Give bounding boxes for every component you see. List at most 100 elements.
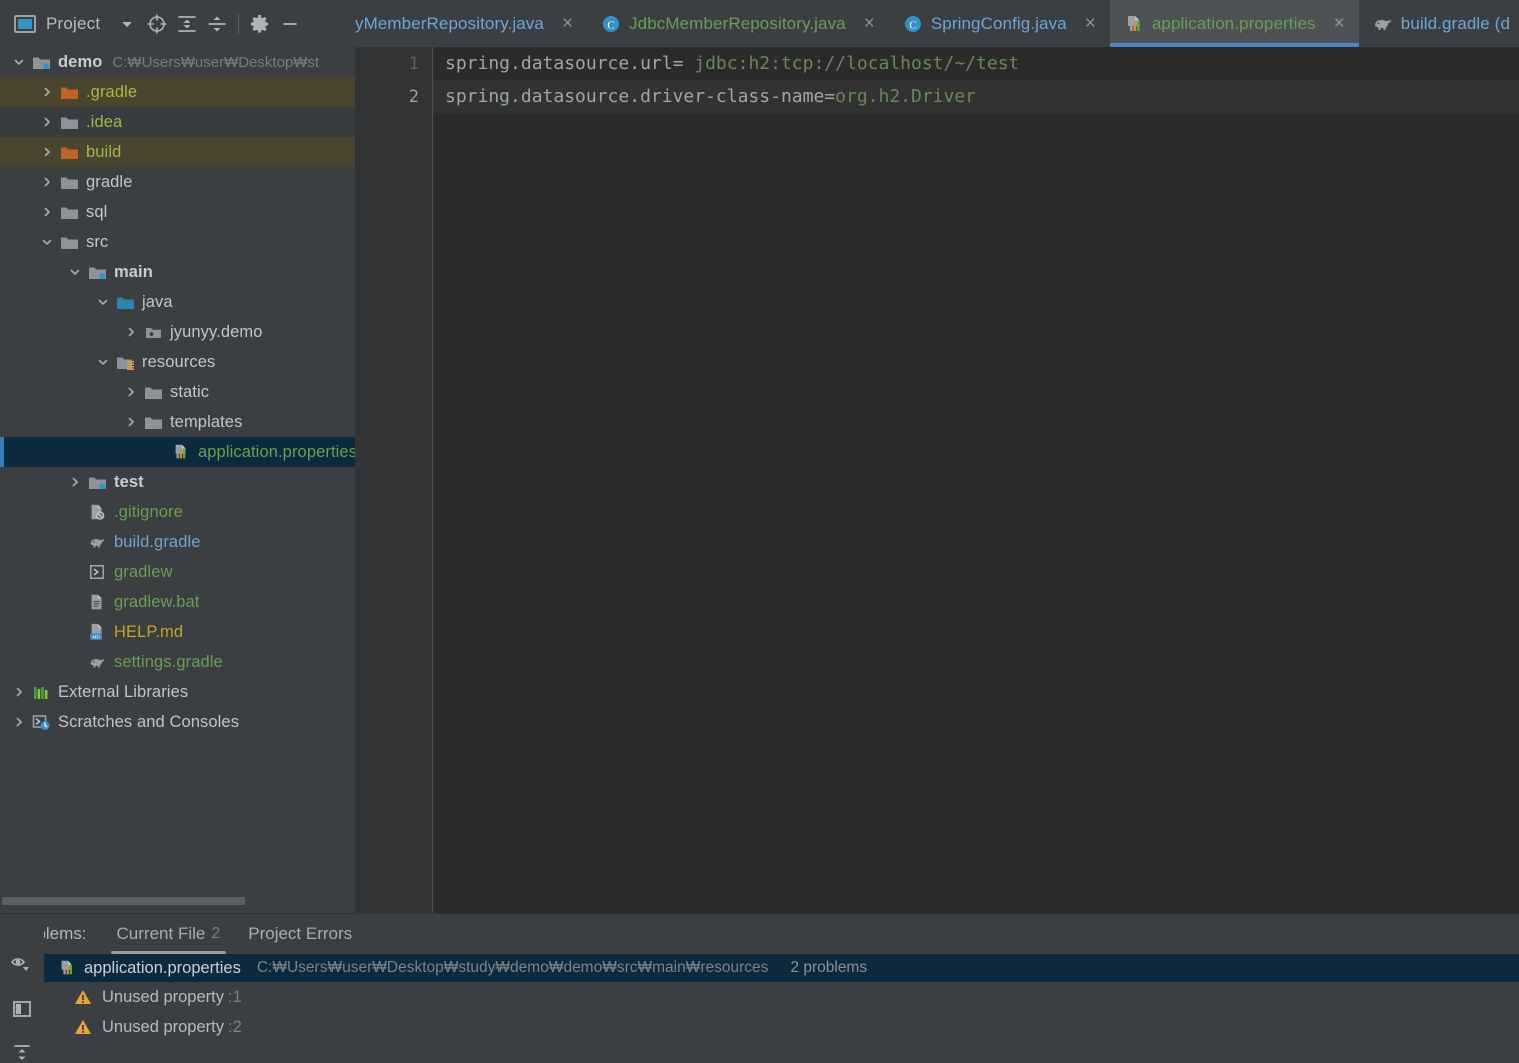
tree-row-src[interactable]: src [0, 227, 355, 257]
scrollbar-thumb[interactable] [2, 897, 245, 905]
eye-view-options-icon[interactable] [9, 954, 35, 976]
twisty-expanded-icon[interactable] [36, 235, 58, 249]
gitignore-icon [86, 502, 108, 522]
tree-root-path: C:₩Users₩user₩Desktop₩st [112, 53, 320, 71]
tree-horizontal-scrollbar[interactable] [0, 895, 355, 907]
code-line: spring.datasource.driver-class-name= org.… [433, 80, 1519, 113]
problem-location: :1 [228, 987, 242, 1006]
tree-row-external-libraries[interactable]: External Libraries [0, 677, 355, 707]
tree-item-label: gradle [86, 172, 133, 191]
folder-blue-icon [114, 292, 136, 312]
tree-row-test[interactable]: test [0, 467, 355, 497]
tree-item-label: build [86, 142, 122, 161]
twisty-expanded-icon[interactable] [64, 265, 86, 279]
svg-text:C: C [909, 19, 916, 31]
code-editor[interactable]: 1 2 spring.datasource.url= jdbc:h2:tcp:/… [356, 47, 1519, 913]
tree-row-resources[interactable]: resources [0, 347, 355, 377]
twisty-collapsed-icon[interactable] [36, 115, 58, 129]
editor-tab-0[interactable]: yMemberRepository.java × [355, 0, 588, 47]
libraries-icon [30, 682, 52, 702]
twisty-collapsed-icon[interactable] [36, 175, 58, 189]
module-folder-icon [86, 472, 108, 492]
tab-count-badge: 2 [211, 925, 221, 942]
collapse-all-icon[interactable] [202, 9, 232, 39]
twisty-collapsed-icon[interactable] [120, 385, 142, 399]
tree-row-gradle[interactable]: gradle [0, 167, 355, 197]
problem-description: Unused property [102, 987, 224, 1006]
properties-file-icon [1127, 15, 1140, 31]
bat-file-icon [86, 592, 108, 612]
problem-row[interactable]: Unused property :2 [44, 1012, 1519, 1042]
locate-crosshair-icon[interactable] [142, 9, 172, 39]
tree-item-label: External Libraries [58, 682, 189, 701]
gear-icon[interactable] [245, 9, 275, 39]
tree-item-label: templates [170, 412, 243, 431]
tree-row-static[interactable]: static [0, 377, 355, 407]
editor-gutter: 1 2 [356, 47, 433, 913]
chevron-down-icon[interactable] [112, 9, 142, 39]
tree-row-application-properties[interactable]: application.properties [0, 437, 355, 467]
gradle-elephant-icon [86, 532, 108, 552]
tree-row-sql[interactable]: sql [0, 197, 355, 227]
project-tree[interactable]: demo C:₩Users₩user₩Desktop₩st .gradle .id… [0, 47, 355, 913]
tab-close-icon[interactable]: × [558, 14, 577, 33]
folder-gray-icon [142, 382, 164, 402]
collapse-all-icon[interactable] [9, 1042, 35, 1063]
tab-close-icon[interactable]: × [1081, 14, 1100, 33]
twisty-collapsed-icon[interactable] [36, 85, 58, 99]
tree-row-jyunyy-demo[interactable]: jyunyy.demo [0, 317, 355, 347]
editor-tab-label: SpringConfig.java [930, 13, 1067, 33]
twisty-expanded-icon[interactable] [92, 295, 114, 309]
editor-tab-1[interactable]: C JdbcMemberRepository.java × [587, 0, 889, 47]
tree-row-settings-gradle[interactable]: settings.gradle [0, 647, 355, 677]
tree-row-main[interactable]: main [0, 257, 355, 287]
twisty-collapsed-icon[interactable] [8, 685, 30, 699]
tree-row-scratches-and-consoles[interactable]: Scratches and Consoles [0, 707, 355, 737]
tab-close-icon[interactable]: × [860, 14, 879, 33]
property-key: spring.datasource.driver-class-name= [445, 86, 836, 107]
property-key: spring.datasource.url= [445, 53, 684, 74]
package-icon [142, 322, 164, 342]
tree-row-gitignore[interactable]: .gitignore [0, 497, 355, 527]
resources-folder-icon [114, 352, 136, 372]
twisty-expanded-icon[interactable] [92, 355, 114, 369]
minimize-icon[interactable] [275, 9, 305, 39]
tree-row-help-md[interactable]: MD HELP.md [0, 617, 355, 647]
tree-row-gradlew[interactable]: gradlew [0, 557, 355, 587]
editor-tab-4[interactable]: build.gradle (d [1358, 0, 1519, 47]
twisty-collapsed-icon[interactable] [64, 475, 86, 489]
editor-text-area[interactable]: spring.datasource.url= jdbc:h2:tcp://loc… [433, 47, 1519, 913]
script-icon [86, 562, 108, 582]
java-class-icon: C [904, 15, 921, 32]
twisty-collapsed-icon[interactable] [120, 325, 142, 339]
twisty-collapsed-icon[interactable] [8, 715, 30, 729]
properties-file-icon [61, 960, 73, 975]
problems-file-row[interactable]: application.properties C:₩Users₩user₩Des… [44, 954, 1519, 982]
tree-row-idea[interactable]: .idea [0, 107, 355, 137]
tab-current-file[interactable]: Current File 2 [103, 914, 235, 954]
tree-row-build[interactable]: build [0, 137, 355, 167]
twisty-collapsed-icon[interactable] [120, 415, 142, 429]
tree-row-root[interactable]: demo C:₩Users₩user₩Desktop₩st [0, 47, 355, 77]
expand-all-icon[interactable] [172, 9, 202, 39]
top-bar: Project yMemberRepository.java × C JdbcM… [0, 0, 1519, 48]
editor-tab-2[interactable]: C SpringConfig.java × [888, 0, 1110, 47]
tree-row-build-gradle[interactable]: build.gradle [0, 527, 355, 557]
tree-item-label: resources [142, 352, 216, 371]
tree-item-label: HELP.md [114, 622, 184, 641]
tree-row-gradle[interactable]: .gradle [0, 77, 355, 107]
tab-close-icon[interactable]: × [1330, 14, 1349, 33]
twisty-collapsed-icon[interactable] [36, 145, 58, 159]
tree-row-templates[interactable]: templates [0, 407, 355, 437]
editor-tab-bar: yMemberRepository.java × C JdbcMemberRep… [355, 0, 1519, 47]
problems-panel: Problems: Current File 2 Project Errors [0, 914, 1519, 1063]
problem-row[interactable]: Unused property :1 [44, 982, 1519, 1012]
editor-tab-application-properties[interactable]: application.properties × [1109, 0, 1359, 47]
twisty-collapsed-icon[interactable] [36, 205, 58, 219]
twisty-expanded-icon[interactable] [8, 55, 30, 69]
tree-row-gradlew-bat[interactable]: gradlew.bat [0, 587, 355, 617]
split-panel-icon[interactable] [9, 998, 35, 1020]
tab-project-errors[interactable]: Project Errors [234, 914, 366, 954]
tree-row-java[interactable]: java [0, 287, 355, 317]
gradle-elephant-icon [86, 652, 108, 672]
